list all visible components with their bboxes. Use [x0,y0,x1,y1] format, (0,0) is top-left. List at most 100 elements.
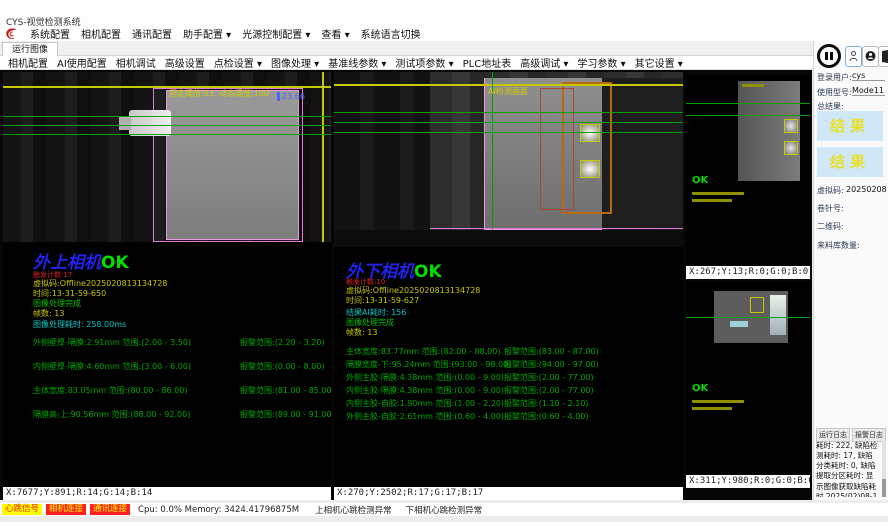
user-switch-button[interactable] [862,46,879,67]
winding-pin-label: 卷针号: [817,203,844,214]
frame-count: 帧数: 13 [33,308,64,319]
measure-row: 主体宽度:83.77mm 范围:(82.00 - 88.00) [346,346,500,357]
overlay-green-line-3 [334,132,683,133]
tool-camera-debug[interactable]: 相机调试 [116,55,156,70]
upper-camera-warning: 上相机心跳检测异常 [315,504,392,516]
bright-spot-2 [580,160,600,178]
exit-button[interactable] [878,46,888,67]
measure-row: 主体宽度:83.05mm 范围:(80.00 - 86.00) [33,385,187,396]
title-bar: CYS-视觉检测系统 [0,0,888,26]
tool-advanced-settings[interactable]: 高级设置 [165,55,205,70]
overlay-green-line-1 [334,112,683,113]
tool-baseline-params[interactable]: 基准线参数 ▾ [328,55,386,70]
menu-item-light-control[interactable]: 光源控制配置 ▾ [242,26,310,41]
alarm-range: 报警范围:(1.10 - 2.10) [504,398,589,409]
overlay-yellow-box-2 [784,141,798,155]
ai-view-label: AI检测画面 [488,86,528,97]
menu-item-language-switch[interactable]: 系统语言切换 [361,26,421,41]
frame-count: 帧数: 13 [346,327,377,338]
alarm-range: 报警范围:(0.60 - 4.00) [504,411,589,422]
app-logo-icon [4,27,19,41]
tool-plc-address[interactable]: PLC地址表 [463,55,512,70]
tool-advanced-debug[interactable]: 高级调试 ▾ [520,55,568,70]
app-window: CYS-视觉检测系统 系统配置 相机配置 通讯配置 助手配置 ▾ 光源控制配置 … [0,0,888,522]
alarm-range: 报警范围:(2.00 - 77.00) [504,385,594,396]
threshold-label: 固定阈值:93, 动态阈值:100 [169,88,269,99]
micro-label [742,84,764,87]
user-filled-icon [865,50,876,63]
result-box-1: 结果 [817,111,883,141]
comm-connect-badge: 通讯连接 [90,504,130,515]
tool-image-processing[interactable]: 图像处理 ▾ [271,55,319,70]
cyan-piece [730,321,748,327]
overlay-yellow-box-1 [784,119,798,133]
coordbar-thumbnail-2: X:311;Y:980;R:0;G:0;B:0 [686,475,810,488]
alarm-range: 报警范围:(0.00 - 8.00) [240,361,325,372]
tool-learning-params[interactable]: 学习参数 ▾ [577,55,625,70]
menu-item-system-config[interactable]: 系统配置 [30,26,70,41]
camera-connect-badge: 相机连接 [46,504,86,515]
tool-ai-use-config[interactable]: AI使用配置 [57,55,107,70]
bright-piece [770,295,786,335]
connector-tip [119,116,131,130]
overlay-pink-line [430,228,683,229]
tab-strip: 运行图像 [0,41,888,56]
virtual-code-value: 20250208 [846,185,887,194]
coordbar-lower-camera: X:270;Y:2502;R:17;G:17;B:17 [334,487,683,500]
alarm-range: 报警范围:(2.20 - 3.20) [240,337,325,348]
alarm-range: 报警范围:(2.00 - 77.00) [504,372,594,383]
overlay-green-line [686,115,810,116]
camera-image-upper[interactable]: 固定阈值:93, 动态阈值:100 23.66 [3,72,331,242]
measure-row: 隔膜宽度-下:95.24mm 范围:(93.00 - 98.00) [346,359,511,370]
camera-panel-lower: AI检测画面 外下相机OK 触发计数:10 虚拟码:Offline2025020… [334,72,683,487]
measure-row: 内侧壁厚-隔膜:4.60mm 范围:(3.00 - 6.00) [33,361,191,372]
result-box-2: 结果 [817,147,883,177]
micro-text-line [692,192,744,195]
log-scrollbar-thumb[interactable] [882,479,886,497]
bright-spot-1 [580,124,600,142]
menu-item-view[interactable]: 查看 ▾ [321,26,349,41]
camera-panel-upper: 固定阈值:93, 动态阈值:100 23.66 外上相机OK 触发计数:17 虚… [3,72,331,487]
log-tab-run[interactable]: 运行日志 [816,428,850,442]
camera-image-lower[interactable]: AI检测画面 [334,72,683,247]
tool-other-settings[interactable]: 其它设置 ▾ [635,55,683,70]
user-icon [849,50,858,63]
login-user-value: cys [852,71,885,81]
overlay-green-vline [492,72,493,247]
dark-region [602,78,683,230]
menu-item-camera-config[interactable]: 相机配置 [81,26,121,41]
measure-row: 外侧主胶-隔膜:4.38mm 范围:(0.00 - 9.00) [346,372,504,383]
camera-result-ok: OK [414,262,442,282]
pause-icon [830,52,833,60]
status-bar: 心跳信号 相机连接 通讯连接 Cpu: 0.0% Memory: 3424.41… [0,503,888,516]
thumb-result-ok: OK [692,175,708,186]
thumbnail-camera-2[interactable]: OK [686,281,810,474]
coordbar-upper-camera: X:7677;Y:891;R:14;G:14;B:14 [3,487,331,500]
model-value: Mode11 [852,86,885,96]
pause-button[interactable] [817,44,841,68]
menu-item-assistant-config[interactable]: 助手配置 ▾ [183,26,231,41]
exit-door-icon [881,50,888,63]
tool-camera-config[interactable]: 相机配置 [8,55,48,70]
overlay-yellow-hline [3,86,331,88]
tool-test-params[interactable]: 测试项参数 ▾ [395,55,453,70]
cpu-memory-text: Cpu: 0.0% Memory: 3424.41796875M [138,505,299,515]
log-tab-alarm[interactable]: 报警日志 [852,428,886,442]
tool-spot-check[interactable]: 点检设置 ▾ [214,55,262,70]
thumb-result-ok: OK [692,383,708,394]
measure-row: 隔膜高-上:90.56mm 范围:(88.00 - 92.00) [33,409,190,420]
user-login-button[interactable] [845,46,862,67]
overlay-yellow-vline [322,72,324,242]
time-line: 时间:13-31-59-627 [346,295,419,306]
overlay-yellow-box [750,297,764,313]
login-user-label: 登录用户: [817,72,852,83]
menu-bar: 系统配置 相机配置 通讯配置 助手配置 ▾ 光源控制配置 ▾ 查看 ▾ 系统语言… [0,26,888,41]
menu-item-comm-config[interactable]: 通讯配置 [132,26,172,41]
thumbnail-camera-1[interactable]: OK [686,75,810,265]
overlay-green-line [686,103,810,104]
log-scrollbar[interactable] [882,441,886,497]
lower-camera-warning: 下相机心跳检测异常 [406,504,483,516]
overlay-green-line [686,317,810,318]
connector-part [129,110,171,136]
measure-row: 内侧主胶-隔膜:4.38mm 范围:(0.00 - 9.00) [346,385,504,396]
